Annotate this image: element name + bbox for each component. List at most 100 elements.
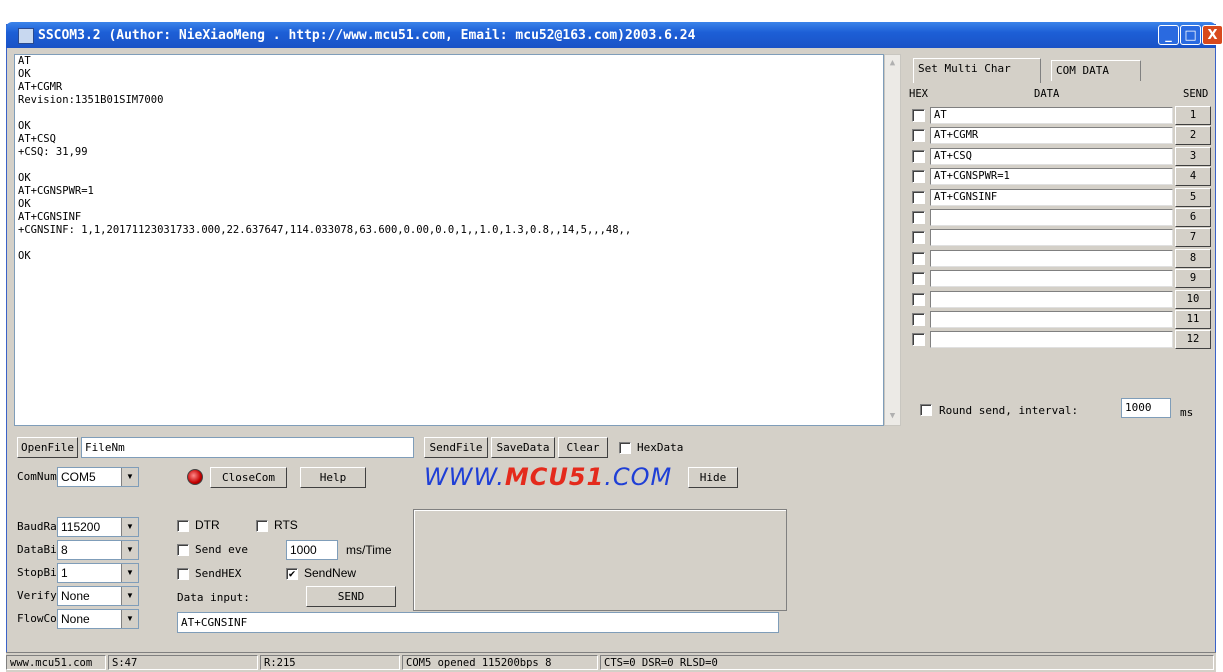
multi-send-button[interactable]: 10 <box>1175 289 1211 309</box>
clear-button[interactable]: Clear <box>558 437 608 458</box>
send-every-checkbox[interactable] <box>177 544 189 556</box>
log-line: OK <box>18 172 31 184</box>
com-status-led-icon <box>187 469 203 485</box>
hex-checkbox[interactable] <box>912 313 925 326</box>
hex-checkbox[interactable] <box>912 190 925 204</box>
multi-data-field[interactable] <box>930 290 1173 308</box>
hex-checkbox[interactable] <box>912 170 925 184</box>
minimize-button[interactable]: _ <box>1158 25 1179 45</box>
closecom-button[interactable]: CloseCom <box>210 467 287 488</box>
sendnew-label: SendNew <box>304 566 357 580</box>
dropdown-arrow-icon[interactable]: ▼ <box>121 518 138 536</box>
hide-button[interactable]: Hide <box>688 467 738 488</box>
verify-select[interactable]: None ▼ <box>57 586 139 606</box>
dtr-label: DTR <box>195 518 220 532</box>
multi-data-field[interactable]: AT <box>930 107 1173 124</box>
hexdata-checkbox[interactable] <box>619 442 631 454</box>
multi-send-button[interactable]: 8 <box>1175 248 1211 268</box>
hex-checkbox[interactable] <box>912 129 925 143</box>
multi-row: 11 <box>903 310 1221 330</box>
multi-send-button[interactable]: 12 <box>1175 330 1211 350</box>
send-every-interval-input[interactable]: 1000 <box>286 540 338 560</box>
multi-send-button[interactable]: 5 <box>1175 187 1211 207</box>
log-scrollbar[interactable]: ▲ ▼ <box>884 54 901 426</box>
baudrate-value: 115200 <box>61 520 101 534</box>
tab-com-data[interactable]: COM DATA <box>1051 60 1141 81</box>
comnum-select[interactable]: COM5 ▼ <box>57 467 139 487</box>
maximize-button[interactable]: □ <box>1180 25 1201 45</box>
multi-send-button[interactable]: 6 <box>1175 208 1211 227</box>
sendhex-checkbox[interactable] <box>177 568 189 580</box>
baudrate-select[interactable]: 115200 ▼ <box>57 517 139 537</box>
mcu51-logo: WWW.MCU51.COM <box>424 463 673 491</box>
receive-log[interactable]: AT OK AT+CGMR Revision:1351B01SIM7000 OK AT+… <box>14 54 884 426</box>
databits-select[interactable]: 8 ▼ <box>57 540 139 560</box>
data-input-field[interactable]: AT+CGNSINF <box>177 612 779 633</box>
multi-send-button[interactable]: 11 <box>1175 310 1211 329</box>
rts-label: RTS <box>274 518 298 532</box>
log-line: +CGNSINF: 1,1,20171123031733.000,22.6376… <box>18 224 632 236</box>
multi-send-button[interactable]: 9 <box>1175 269 1211 289</box>
multi-send-button[interactable]: 1 <box>1175 106 1211 125</box>
hex-checkbox[interactable] <box>912 211 925 224</box>
send-header: SEND <box>1183 88 1209 100</box>
multi-row: AT+CSQ 3 <box>903 146 1221 167</box>
multi-data-field[interactable] <box>930 249 1173 267</box>
dropdown-arrow-icon[interactable]: ▼ <box>121 564 138 582</box>
verify-value: None <box>61 589 90 603</box>
hex-checkbox[interactable] <box>912 292 925 306</box>
multi-row: 8 <box>903 248 1221 269</box>
stopbits-value: 1 <box>61 566 68 580</box>
dropdown-arrow-icon[interactable]: ▼ <box>121 587 138 605</box>
baudrate-label: BaudRa <box>17 520 57 533</box>
hex-checkbox[interactable] <box>912 333 925 347</box>
multi-send-button[interactable]: 3 <box>1175 146 1211 166</box>
log-line: AT+CGNSPWR=1 <box>18 185 94 197</box>
scroll-down-icon[interactable]: ▼ <box>885 408 900 425</box>
dropdown-arrow-icon[interactable]: ▼ <box>121 541 138 559</box>
dropdown-arrow-icon[interactable]: ▼ <box>121 610 138 628</box>
hex-checkbox[interactable] <box>912 231 925 245</box>
multi-data-field[interactable] <box>930 311 1173 328</box>
dtr-checkbox[interactable] <box>177 520 189 532</box>
multi-data-field[interactable]: AT+CGNSINF <box>930 188 1173 206</box>
status-bar: www.mcu51.com S:47 R:215 COM5 opened 115… <box>6 652 1216 672</box>
scroll-up-icon[interactable]: ▲ <box>885 55 900 72</box>
multi-data-field[interactable]: AT+CSQ <box>930 147 1173 165</box>
multi-row: 6 <box>903 208 1221 228</box>
multi-send-button[interactable]: 7 <box>1175 228 1211 248</box>
hex-header: HEX <box>909 88 928 100</box>
multi-data-field[interactable] <box>930 209 1173 226</box>
multi-row: AT+CGNSPWR=1 4 <box>903 167 1221 187</box>
hex-checkbox[interactable] <box>912 272 925 286</box>
multi-data-field[interactable] <box>930 270 1173 288</box>
filename-input[interactable]: FileNm <box>81 437 414 458</box>
rts-checkbox[interactable] <box>256 520 268 532</box>
sendnew-checkbox-checked-icon[interactable]: ✔ <box>286 568 298 580</box>
tab-set-multi-char[interactable]: Set Multi Char <box>913 58 1041 83</box>
multi-data-field[interactable] <box>930 331 1173 349</box>
stopbits-select[interactable]: 1 ▼ <box>57 563 139 583</box>
help-button[interactable]: Help <box>300 467 366 488</box>
dropdown-arrow-icon[interactable]: ▼ <box>121 468 138 486</box>
sendfile-button[interactable]: SendFile <box>424 437 488 458</box>
savedata-button[interactable]: SaveData <box>491 437 555 458</box>
send-button[interactable]: SEND <box>306 586 396 607</box>
hex-checkbox[interactable] <box>912 251 925 265</box>
multi-data-field[interactable]: AT+CGMR <box>930 127 1173 145</box>
interval-input[interactable]: 1000 <box>1121 398 1171 418</box>
multi-send-button[interactable]: 4 <box>1175 167 1211 187</box>
hex-checkbox[interactable] <box>912 149 925 163</box>
multi-data-field[interactable] <box>930 229 1173 247</box>
log-line: +CSQ: 31,99 <box>18 146 88 158</box>
hex-checkbox[interactable] <box>912 109 925 122</box>
close-button[interactable]: X <box>1202 25 1223 45</box>
openfile-button[interactable]: OpenFile <box>17 437 78 458</box>
title-bar[interactable]: SSCOM3.2 (Author: NieXiaoMeng . http://w… <box>6 22 1223 48</box>
round-send-checkbox[interactable] <box>920 404 932 416</box>
flow-select[interactable]: None ▼ <box>57 609 139 629</box>
multi-send-button[interactable]: 2 <box>1175 126 1211 146</box>
multi-data-field[interactable]: AT+CGNSPWR=1 <box>930 168 1173 186</box>
